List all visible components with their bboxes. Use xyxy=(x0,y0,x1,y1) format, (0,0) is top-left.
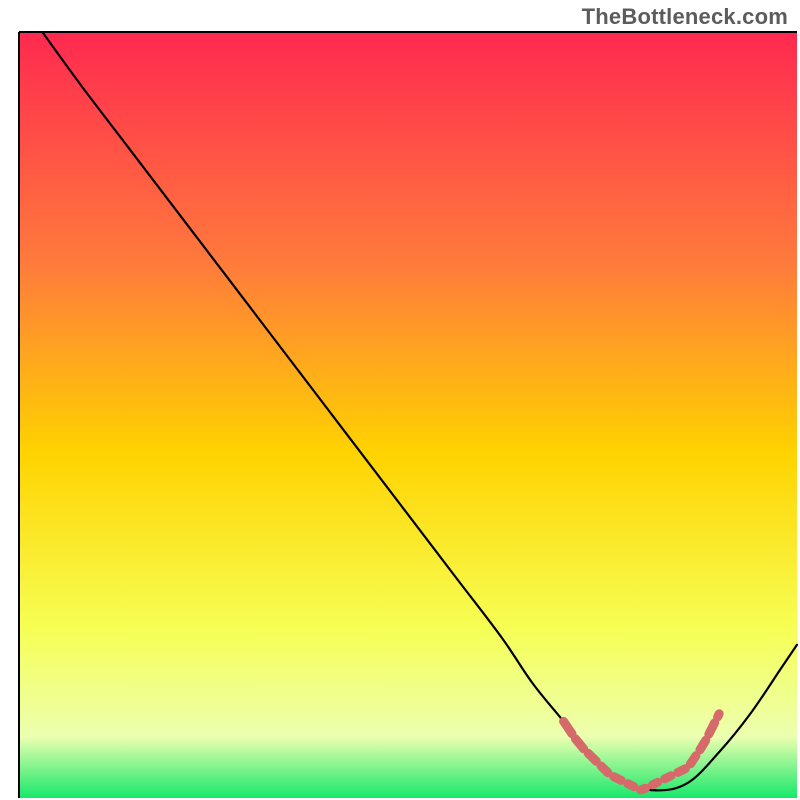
watermark-text: TheBottleneck.com xyxy=(582,4,788,30)
optimal-range-dash xyxy=(575,739,583,749)
optimal-range-dash xyxy=(641,788,646,790)
bottleneck-chart xyxy=(0,0,800,800)
optimal-range-dash xyxy=(690,756,695,764)
optimal-range-dash xyxy=(653,782,658,785)
optimal-range-dash xyxy=(665,776,671,779)
optimal-range-dash xyxy=(678,769,685,773)
optimal-range-dash xyxy=(614,777,621,781)
plot-background xyxy=(19,32,797,798)
optimal-range-dash xyxy=(718,714,720,717)
chart-stage: TheBottleneck.com xyxy=(0,0,800,800)
optimal-range-dash xyxy=(601,766,608,773)
optimal-range-dash xyxy=(700,740,706,750)
optimal-range-dash xyxy=(709,723,715,735)
optimal-range-dash xyxy=(588,753,596,761)
optimal-range-dash xyxy=(628,784,634,787)
